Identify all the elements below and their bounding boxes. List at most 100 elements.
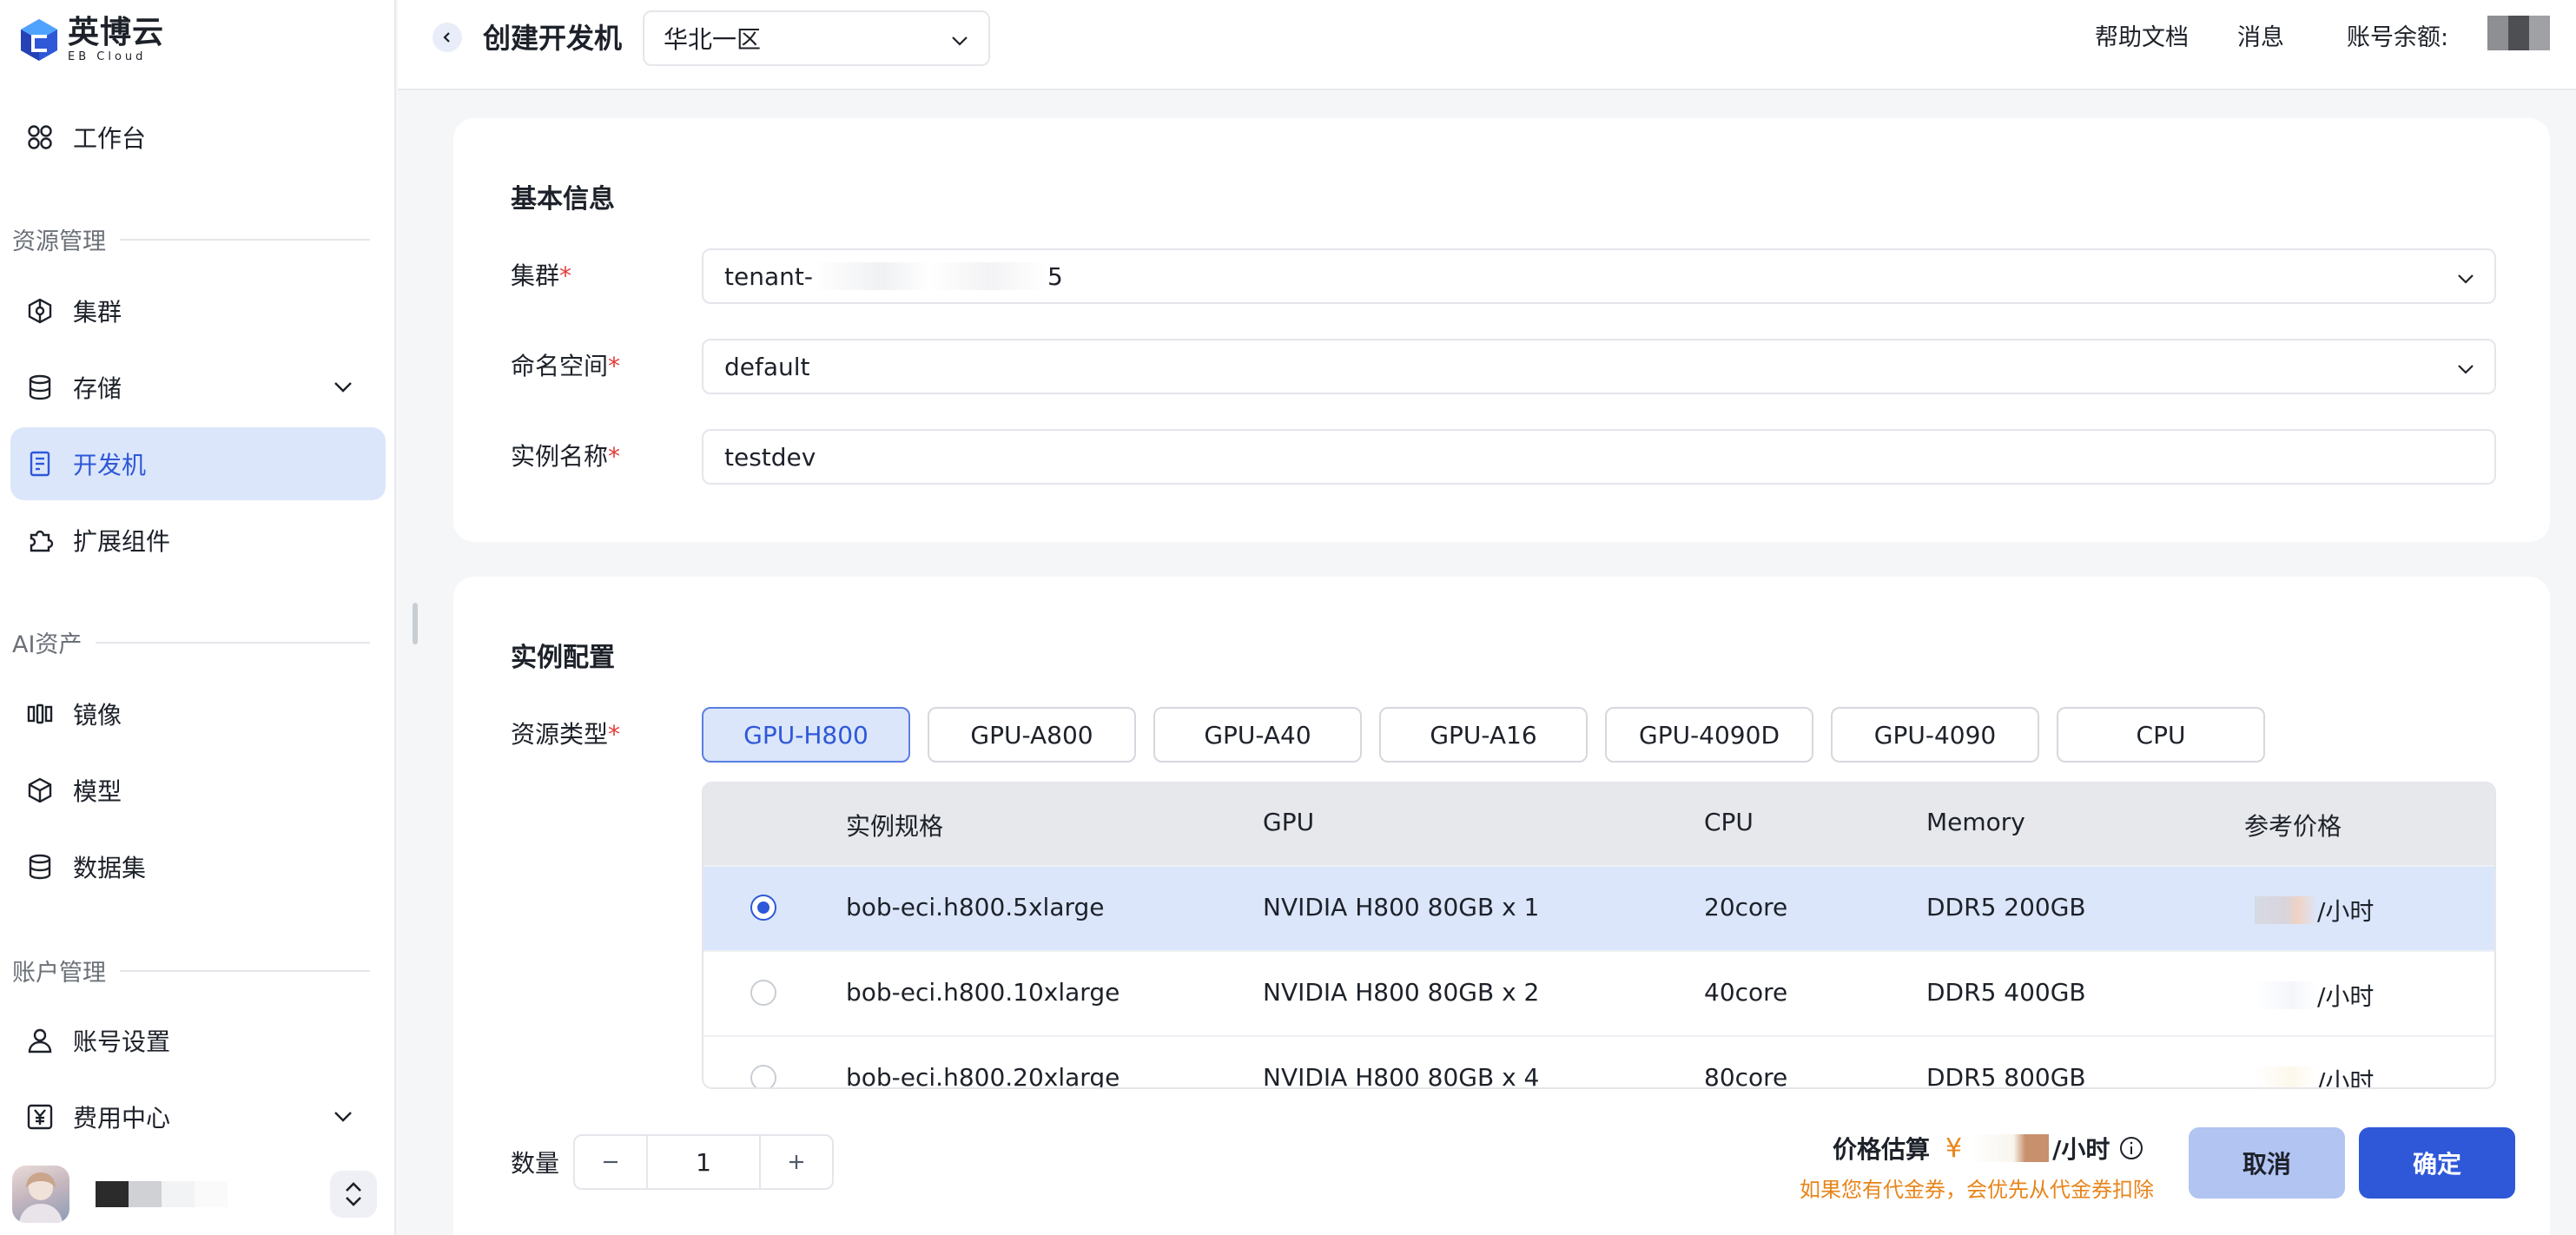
table-row[interactable]: bob-eci.h800.5xlarge NVIDIA H800 80GB x … xyxy=(703,865,2494,950)
basic-info-card: 基本信息 集群* tenant- 5 命名空间* default 实例名称* t… xyxy=(453,118,2550,542)
chevron-down-icon xyxy=(2456,269,2475,288)
messages-link[interactable]: 消息 xyxy=(2237,23,2284,54)
row-radio[interactable] xyxy=(750,895,776,921)
info-icon[interactable] xyxy=(2118,1135,2144,1161)
minus-icon xyxy=(604,1160,618,1164)
sidebar-item-datasets[interactable]: 数据集 xyxy=(10,830,386,903)
top-header: 创建开发机 华北一区 帮助文档 消息 账号余额: xyxy=(398,0,2576,90)
balance-label: 账号余额: xyxy=(2347,24,2449,51)
cancel-button[interactable]: 取消 xyxy=(2189,1127,2345,1199)
resource-type-tab[interactable]: GPU-A800 xyxy=(928,707,1136,763)
resource-type-label: 资源类型* xyxy=(511,720,621,749)
namespace-select[interactable]: default xyxy=(702,339,2496,394)
sidebar-item-workbench[interactable]: 工作台 xyxy=(10,101,386,174)
user-profile[interactable] xyxy=(12,1162,377,1226)
table-row[interactable]: bob-eci.h800.20xlarge NVIDIA H800 80GB x… xyxy=(703,1035,2494,1089)
page-title: 创建开发机 xyxy=(483,22,623,55)
gpu-cell: NVIDIA H800 80GB x 1 xyxy=(1263,893,1540,921)
price-cell: /小时 xyxy=(2255,1063,2374,1087)
column-header: 实例规格 xyxy=(846,812,944,841)
confirm-button[interactable]: 确定 xyxy=(2359,1127,2515,1199)
cpu-cell: 80core xyxy=(1704,1063,1788,1089)
currency-symbol: ¥ xyxy=(1945,1133,1963,1164)
cluster-select[interactable]: tenant- 5 xyxy=(702,248,2496,304)
memory-cell: DDR5 400GB xyxy=(1926,978,2086,1007)
help-docs-link[interactable]: 帮助文档 xyxy=(2095,23,2189,54)
user-name-masked xyxy=(96,1181,228,1207)
price-cell: /小时 xyxy=(2255,978,2374,1013)
region-select[interactable]: 华北一区 xyxy=(643,10,990,66)
sidebar-item-label: 扩展组件 xyxy=(73,527,171,556)
section-ai-assets: AI资产 xyxy=(12,625,370,659)
chevron-up-down-icon xyxy=(346,1182,361,1206)
brand-name: 英博云 xyxy=(68,15,165,50)
sidebar-item-label: 模型 xyxy=(73,777,122,806)
resource-type-tab[interactable]: GPU-4090 xyxy=(1831,707,2039,763)
resource-type-tab[interactable]: CPU xyxy=(2057,707,2265,763)
column-header: Memory xyxy=(1926,808,2025,836)
table-header: 实例规格 GPU CPU Memory 参考价格 xyxy=(703,783,2494,865)
price-cell: /小时 xyxy=(2255,893,2374,928)
coupon-note: 如果您有代金券，会优先从代金券扣除 xyxy=(1800,1178,2154,1202)
sidebar-item-storage[interactable]: 存储 xyxy=(10,351,386,424)
quantity-stepper: 1 xyxy=(573,1134,834,1190)
sidebar-item-label: 开发机 xyxy=(73,451,147,479)
resource-type-tab[interactable]: GPU-A16 xyxy=(1379,707,1588,763)
instance-spec-table: 实例规格 GPU CPU Memory 参考价格 bob-eci.h800.5x… xyxy=(702,782,2496,1089)
instance-config-title: 实例配置 xyxy=(511,643,615,673)
basic-info-title: 基本信息 xyxy=(511,184,615,215)
quantity-input[interactable]: 1 xyxy=(646,1136,761,1188)
cube-icon xyxy=(24,775,56,806)
chevron-down-icon xyxy=(2456,360,2475,379)
devbox-icon xyxy=(24,448,56,479)
sidebar-item-extensions[interactable]: 扩展组件 xyxy=(10,504,386,577)
sidebar-item-devbox[interactable]: 开发机 xyxy=(10,427,386,500)
sidebar-item-label: 存储 xyxy=(73,374,122,403)
logo-icon xyxy=(21,18,57,61)
cpu-cell: 20core xyxy=(1704,893,1788,921)
row-radio[interactable] xyxy=(750,1065,776,1087)
column-header: 参考价格 xyxy=(2244,812,2342,841)
spec-cell: bob-eci.h800.20xlarge xyxy=(846,1063,1120,1089)
dataset-icon xyxy=(24,851,56,882)
storage-icon xyxy=(24,372,56,403)
instance-name-input[interactable]: testdev xyxy=(702,429,2496,485)
sidebar-item-label: 费用中心 xyxy=(73,1104,171,1133)
sidebar-item-account-settings[interactable]: 账号设置 xyxy=(10,1004,386,1077)
resource-type-tab[interactable]: GPU-H800 xyxy=(702,707,910,763)
sidebar-item-billing[interactable]: 费用中心 xyxy=(10,1080,386,1153)
cpu-cell: 40core xyxy=(1704,978,1788,1007)
sidebar-resize-handle[interactable] xyxy=(413,603,418,644)
instance-name-value: testdev xyxy=(724,442,816,472)
chevron-left-icon xyxy=(443,32,450,43)
cluster-value-prefix: tenant- xyxy=(724,261,813,291)
sidebar-item-label: 集群 xyxy=(73,298,122,327)
memory-cell: DDR5 200GB xyxy=(1926,893,2086,921)
yuan-icon xyxy=(24,1101,56,1133)
price-estimate-masked xyxy=(1971,1134,2050,1162)
sidebar-item-label: 账号设置 xyxy=(73,1027,171,1056)
account-switch-button[interactable] xyxy=(330,1171,377,1218)
puzzle-icon xyxy=(24,525,56,556)
brand-logo[interactable]: 英博云 EB Cloud xyxy=(19,16,164,63)
gpu-cell: NVIDIA H800 80GB x 4 xyxy=(1263,1063,1540,1089)
sidebar-item-images[interactable]: 镜像 xyxy=(10,677,386,750)
resource-type-tab[interactable]: GPU-A40 xyxy=(1153,707,1362,763)
image-icon xyxy=(24,698,56,730)
region-value: 华北一区 xyxy=(664,25,762,54)
sidebar-item-cluster[interactable]: 集群 xyxy=(10,274,386,347)
chevron-down-icon xyxy=(950,31,969,50)
table-row[interactable]: bob-eci.h800.10xlarge NVIDIA H800 80GB x… xyxy=(703,950,2494,1035)
decrement-button[interactable] xyxy=(575,1136,646,1188)
section-resource: 资源管理 xyxy=(12,222,370,256)
back-button[interactable] xyxy=(433,23,462,52)
row-radio[interactable] xyxy=(750,980,776,1006)
increment-button[interactable] xyxy=(761,1136,832,1188)
cluster-label: 集群* xyxy=(511,261,572,290)
namespace-value: default xyxy=(724,352,810,381)
namespace-label: 命名空间* xyxy=(511,352,621,380)
instance-name-label: 实例名称* xyxy=(511,442,621,471)
sidebar-item-models[interactable]: 模型 xyxy=(10,754,386,827)
resource-type-tab[interactable]: GPU-4090D xyxy=(1605,707,1813,763)
grid-icon xyxy=(24,122,56,153)
